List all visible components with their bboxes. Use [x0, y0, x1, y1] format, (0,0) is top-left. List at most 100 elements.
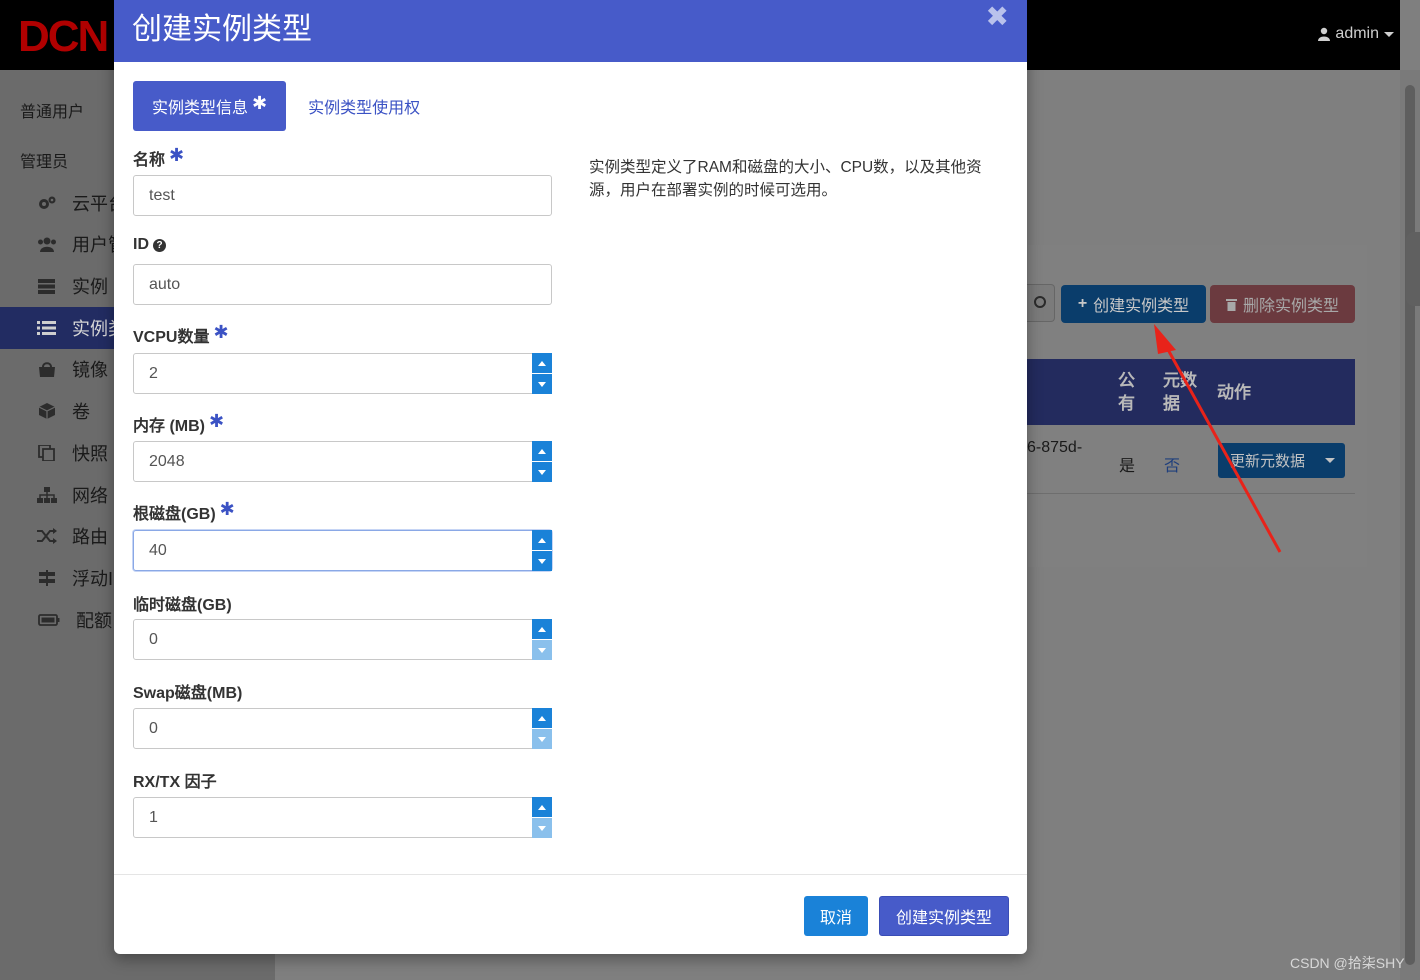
decrement-button[interactable] — [532, 461, 552, 482]
root-disk-number-input[interactable]: 40 — [133, 530, 552, 571]
rxtx-factor-spinner — [532, 797, 552, 838]
swap-disk-label-text: Swap磁盘(MB) — [133, 685, 243, 702]
id-input[interactable]: auto — [133, 264, 552, 305]
id-label-text: ID — [133, 236, 149, 253]
brand-logo[interactable]: DCN — [18, 12, 109, 62]
decrement-button[interactable] — [532, 373, 552, 394]
sidebar-section-admin[interactable]: 管理员 — [20, 148, 68, 172]
increment-button[interactable] — [532, 797, 552, 817]
root-disk-spinner — [532, 530, 552, 571]
tab-flavor-info[interactable]: 实例类型信息 ✱ — [133, 81, 287, 131]
rxtx-factor-number-input[interactable]: 1 — [133, 797, 552, 838]
delete-flavors-button[interactable]: 删除实例类型 — [1210, 285, 1355, 323]
name-input[interactable]: test — [133, 175, 552, 216]
required-icon: ✱ — [252, 92, 268, 113]
cube-icon — [38, 403, 56, 419]
chevron-down-icon — [538, 469, 546, 475]
name-label: 名称 ✱ — [133, 144, 185, 170]
decrement-button[interactable] — [532, 550, 552, 571]
rxtx-factor-input-value: 1 — [149, 808, 158, 826]
chevron-down-icon — [1384, 31, 1394, 37]
required-icon: ✱ — [219, 498, 235, 519]
sidebar-section-user[interactable]: 普通用户 — [20, 98, 84, 122]
name-input-value: test — [149, 186, 175, 204]
flavor-help-text: 实例类型定义了RAM和磁盘的大小、CPU数，以及其他资源，用户在部署实例的时候可… — [589, 159, 982, 199]
id-label: ID ? — [133, 236, 166, 254]
modal-title: 创建实例类型 — [132, 13, 312, 46]
watermark: CSDN @拾柒SHY — [1290, 955, 1405, 971]
increment-button[interactable] — [532, 441, 552, 461]
create-flavor-button[interactable]: + 创建实例类型 — [1061, 285, 1206, 323]
chevron-down-icon — [538, 381, 546, 387]
chevron-up-icon — [538, 537, 546, 543]
required-icon: ✱ — [213, 321, 229, 342]
delete-flavors-label: 删除实例类型 — [1242, 298, 1339, 315]
ephemeral-disk-spinner — [532, 619, 552, 660]
create-flavor-label: 创建实例类型 — [1093, 298, 1190, 315]
chevron-down-icon — [538, 736, 546, 742]
copy-icon — [38, 445, 55, 461]
column-header-public[interactable]: 公 有 — [1118, 369, 1135, 415]
close-icon[interactable]: ✖ — [986, 0, 1009, 33]
chevron-up-icon — [538, 804, 546, 810]
page-scrollbar[interactable] — [1400, 70, 1420, 980]
decrement-button[interactable] — [532, 639, 552, 660]
rxtx-factor-label-text: RX/TX 因子 — [133, 774, 217, 791]
sidebar-item-label: 网络 — [72, 486, 108, 506]
user-menu[interactable]: admin — [1318, 25, 1394, 43]
swap-disk-label: Swap磁盘(MB) — [133, 679, 242, 703]
sidebar-item-label: 快照 — [72, 444, 108, 464]
root-disk-label-text: 根磁盘(GB) — [133, 506, 216, 523]
ram-spinner — [532, 441, 552, 482]
annotation-arrow-icon — [1154, 324, 1282, 553]
create-flavor-submit-button[interactable]: 创建实例类型 — [879, 896, 1009, 936]
search-icon — [1034, 296, 1046, 308]
question-circle-icon[interactable]: ? — [153, 238, 166, 252]
ram-number-input[interactable]: 2048 — [133, 441, 552, 482]
chevron-down-icon — [538, 558, 546, 564]
battery-icon — [38, 614, 60, 626]
sidebar-item-label: 实例 — [72, 277, 108, 297]
chevron-down-icon — [538, 825, 546, 831]
cancel-button[interactable]: 取消 — [804, 896, 868, 936]
chevron-up-icon — [538, 715, 546, 721]
required-icon: ✱ — [169, 144, 185, 165]
users-icon — [38, 237, 56, 252]
tab-flavor-access[interactable]: 实例类型使用权 — [286, 81, 439, 131]
vcpu-number-input[interactable]: 2 — [133, 353, 552, 394]
ephemeral-disk-label-text: 临时磁盘(GB) — [133, 597, 232, 614]
sidebar-item-label: 镜像 — [72, 360, 108, 380]
ephemeral-disk-number-input[interactable]: 0 — [133, 619, 552, 660]
increment-button[interactable] — [532, 353, 552, 373]
modal-tabs: 实例类型信息 ✱ 实例类型使用权 — [133, 81, 439, 131]
ram-label-text: 内存 (MB) — [133, 418, 205, 435]
image-icon — [39, 362, 55, 377]
sidebar-item-label: 卷 — [72, 402, 90, 422]
decrement-button[interactable] — [532, 728, 552, 749]
chevron-down-icon[interactable] — [1325, 458, 1335, 463]
increment-button[interactable] — [532, 619, 552, 639]
sidebar-item-label: 浮动I — [72, 569, 114, 589]
increment-button[interactable] — [532, 708, 552, 728]
scrollbar-thumb[interactable] — [1405, 85, 1415, 965]
root-disk-input-value: 40 — [149, 541, 167, 559]
required-icon: ✱ — [209, 410, 225, 431]
vcpu-label: VCPU数量 ✱ — [133, 321, 229, 347]
ram-label: 内存 (MB) ✱ — [133, 410, 225, 436]
server-icon — [38, 279, 55, 294]
chevron-up-icon — [538, 448, 546, 454]
swap-disk-number-input[interactable]: 0 — [133, 708, 552, 749]
signpost-icon — [39, 570, 55, 586]
trash-icon — [1225, 298, 1237, 311]
chevron-down-icon — [538, 647, 546, 653]
swap-disk-input-value: 0 — [149, 719, 158, 737]
table-cell-public: 是 — [1119, 458, 1136, 475]
id-input-value: auto — [149, 275, 181, 293]
side-panel-handle[interactable] — [1406, 232, 1420, 306]
search-button[interactable] — [1027, 284, 1055, 322]
random-icon — [37, 528, 57, 544]
sidebar-item-label: 路由 — [72, 527, 108, 547]
increment-button[interactable] — [532, 530, 552, 550]
table-cell-id: 6-875d- — [1027, 439, 1083, 456]
decrement-button[interactable] — [532, 817, 552, 838]
